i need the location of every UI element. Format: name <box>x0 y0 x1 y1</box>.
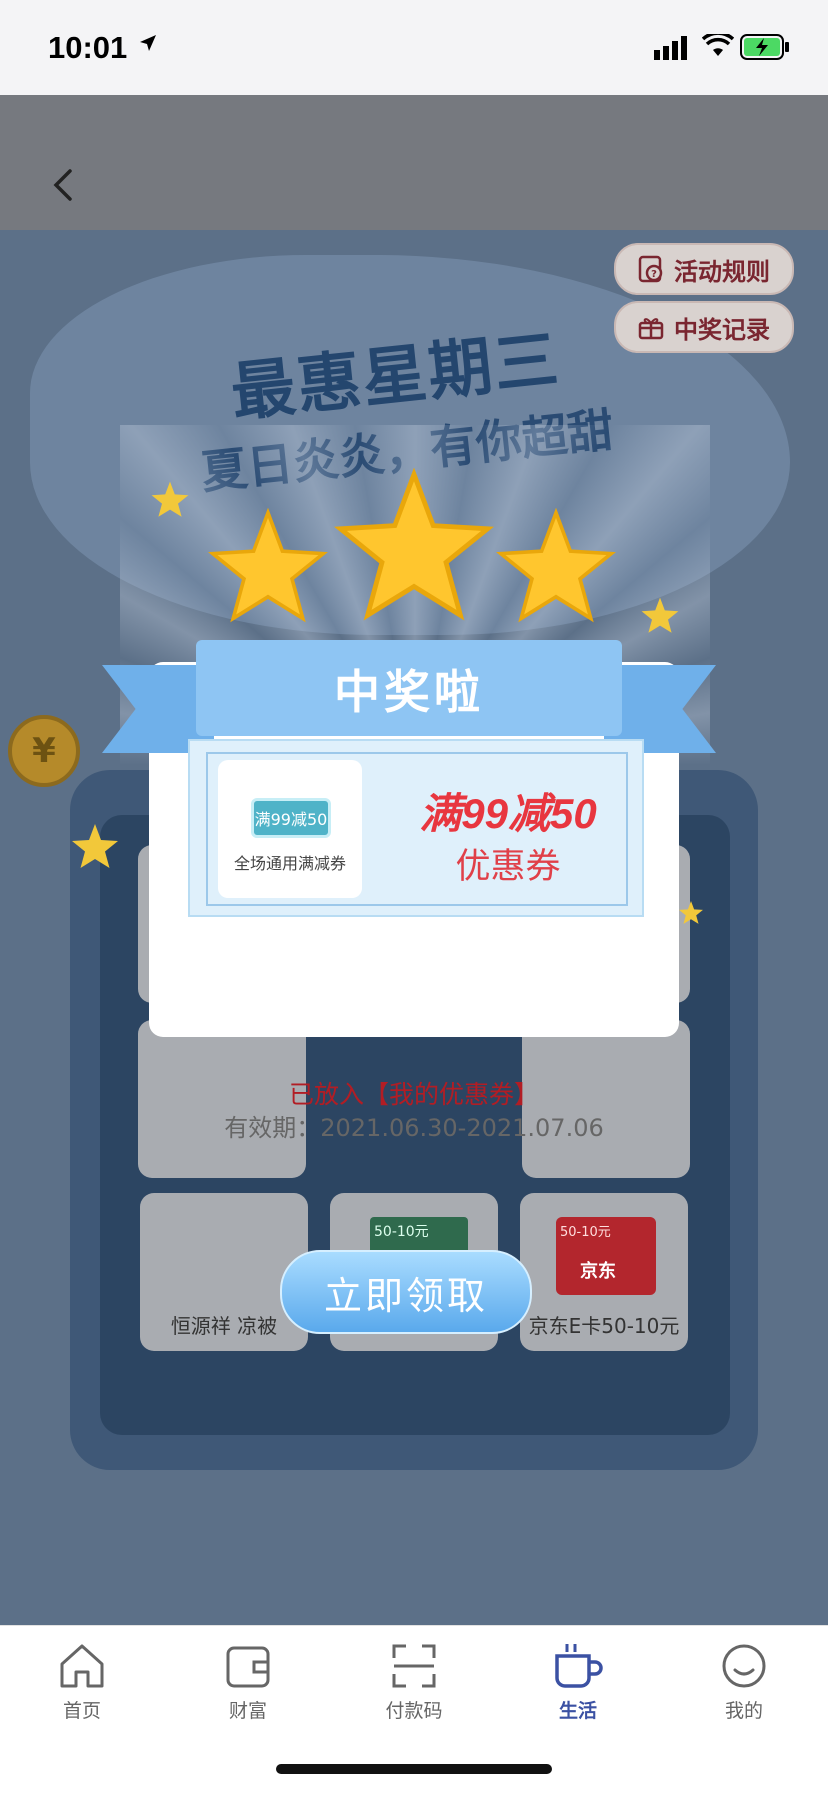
validity-period: 有效期：2021.06.30-2021.07.06 <box>224 1114 604 1142</box>
tab-mine-label: 我的 <box>724 1700 763 1722</box>
cup-icon <box>555 1644 603 1688</box>
tab-wealth[interactable]: 财富 <box>188 1640 308 1740</box>
tab-home-label: 首页 <box>62 1700 101 1722</box>
cellular-signal-icon <box>654 36 687 60</box>
tab-pay-code[interactable]: 付款码 <box>354 1640 474 1740</box>
star-icon <box>334 468 494 621</box>
tab-home[interactable]: 首页 <box>22 1640 142 1740</box>
ticket-icon: 满99减50 <box>251 798 331 838</box>
star-icon <box>208 508 328 623</box>
prize-records-label: 中奖记录 <box>674 315 770 344</box>
wifi-icon <box>702 34 734 56</box>
star-icon <box>72 824 118 868</box>
claim-button[interactable]: 立即领取 <box>280 1250 532 1334</box>
coupon-scope: 全场通用满减券 <box>233 854 346 873</box>
svg-text:?: ? <box>651 269 657 280</box>
prize-tile-jd-card: 50-10元 京东 京东E卡50-10元 <box>520 1193 688 1351</box>
coupon-amount: 满99减50 <box>419 790 597 837</box>
tab-life[interactable]: 生活 <box>518 1640 638 1740</box>
activity-rules-label: 活动规则 <box>674 257 770 286</box>
scan-icon <box>392 1644 436 1688</box>
jd-brand: 京东 <box>580 1261 616 1282</box>
tab-mine[interactable]: 我的 <box>684 1640 804 1740</box>
status-bar: 10:01 <box>0 0 828 95</box>
status-time: 10:01 <box>48 30 128 65</box>
placed-notice: 已放入【我的优惠券】 <box>288 1080 539 1109</box>
battery-charging-icon <box>740 34 789 60</box>
activity-rules-button[interactable]: ? 活动规则 <box>614 243 794 295</box>
gift-icon <box>638 318 664 340</box>
prize-tag: 50-10元 <box>556 1217 656 1295</box>
tab-wealth-label: 财富 <box>228 1700 267 1722</box>
star-icon <box>679 901 703 924</box>
coupon-type: 优惠券 <box>455 847 561 887</box>
prize-records-button[interactable]: 中奖记录 <box>614 301 794 353</box>
nav-bar <box>0 95 828 230</box>
profile-icon <box>722 1644 766 1688</box>
back-chevron-icon[interactable] <box>44 165 84 205</box>
prize-caption: 恒源祥 凉被 <box>170 1314 278 1338</box>
tab-pay-code-label: 付款码 <box>385 1700 443 1722</box>
home-indicator <box>276 1764 552 1774</box>
star-icon <box>151 481 189 517</box>
location-arrow-icon <box>140 35 156 51</box>
dialog-header: 中奖啦 <box>334 665 484 719</box>
tab-life-label: 生活 <box>558 1700 597 1722</box>
question-doc-icon: ? <box>638 255 663 283</box>
wallet-icon <box>226 1646 270 1688</box>
star-icon <box>641 597 679 633</box>
prize-caption: 京东E卡50-10元 <box>528 1314 680 1338</box>
coupon-thumbnail: 满99减50 全场通用满减券 <box>218 760 362 898</box>
star-icon <box>496 508 616 623</box>
yuan-coin-icon: ¥ <box>8 715 80 787</box>
home-icon <box>60 1644 104 1688</box>
